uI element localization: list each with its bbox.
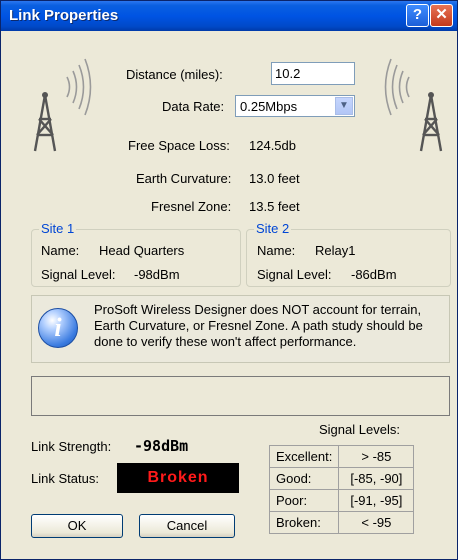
site2-signal-value: -86dBm [351, 267, 397, 282]
data-rate-label: Data Rate: [162, 99, 225, 114]
level-name: Poor: [268, 489, 340, 512]
level-range: [-91, -95] [338, 489, 415, 512]
link-strength-label: Link Strength: [31, 439, 112, 454]
site2-signal-label: Signal Level: [257, 267, 332, 282]
window-title: Link Properties [9, 7, 119, 24]
free-space-loss-label: Free Space Loss: [128, 138, 230, 153]
help-button[interactable]: ? [406, 4, 429, 27]
notice-text: ProSoft Wireless Designer does NOT accou… [94, 302, 423, 349]
table-row: Broken: < -95 [268, 511, 415, 534]
level-name: Excellent: [268, 445, 340, 468]
level-range: > -85 [338, 445, 415, 468]
level-name: Broken: [268, 511, 340, 534]
fresnel-zone-label: Fresnel Zone: [151, 199, 232, 214]
site1-name-value: Head Quarters [99, 243, 185, 258]
earth-curvature-value: 13.0 feet [249, 171, 300, 186]
signal-levels-table: Excellent: > -85 Good: [-85, -90] Poor: [-9… [268, 445, 415, 534]
fresnel-zone-value: 13.5 feet [249, 199, 300, 214]
site1-title: Site 1 [39, 221, 77, 236]
distance-input[interactable] [271, 62, 355, 85]
data-rate-select[interactable]: 0.25Mbps ▼ [235, 95, 355, 117]
level-name: Good: [268, 467, 340, 490]
site1-signal-value: -98dBm [134, 267, 180, 282]
signal-levels-title: Signal Levels: [319, 422, 400, 437]
title-bar[interactable]: Link Properties ? ✕ [1, 1, 457, 31]
notice-panel: i ProSoft Wireless Designer does NOT acc… [31, 295, 450, 363]
close-button[interactable]: ✕ [430, 4, 453, 27]
site2-title: Site 2 [254, 221, 292, 236]
radio-tower-icon [33, 58, 92, 152]
site2-name-value: Relay1 [315, 243, 356, 258]
site1-signal-label: Signal Level: [41, 267, 116, 282]
status-message-box [31, 376, 450, 416]
table-row: Good: [-85, -90] [268, 467, 415, 490]
cancel-button[interactable]: Cancel [139, 514, 235, 538]
ok-button[interactable]: OK [31, 514, 123, 538]
level-range: [-85, -90] [338, 467, 415, 490]
site1-name-label: Name: [41, 243, 80, 258]
free-space-loss-value: 124.5db [249, 138, 296, 153]
earth-curvature-label: Earth Curvature: [136, 171, 232, 186]
link-properties-dialog: Link Properties ? ✕ Distance (miles): Da… [0, 0, 458, 560]
table-row: Excellent: > -85 [268, 445, 415, 468]
site2-name-label: Name: [257, 243, 296, 258]
link-status-label: Link Status: [31, 471, 99, 486]
radio-tower-icon [384, 58, 443, 152]
level-range: < -95 [338, 511, 415, 534]
table-row: Poor: [-91, -95] [268, 489, 415, 512]
link-strength-value: -98dBm [134, 437, 189, 455]
info-icon: i [38, 308, 78, 348]
link-status-value: Broken [117, 463, 239, 493]
data-rate-value: 0.25Mbps [240, 99, 298, 114]
chevron-down-icon[interactable]: ▼ [335, 97, 353, 115]
distance-label: Distance (miles): [126, 67, 223, 82]
